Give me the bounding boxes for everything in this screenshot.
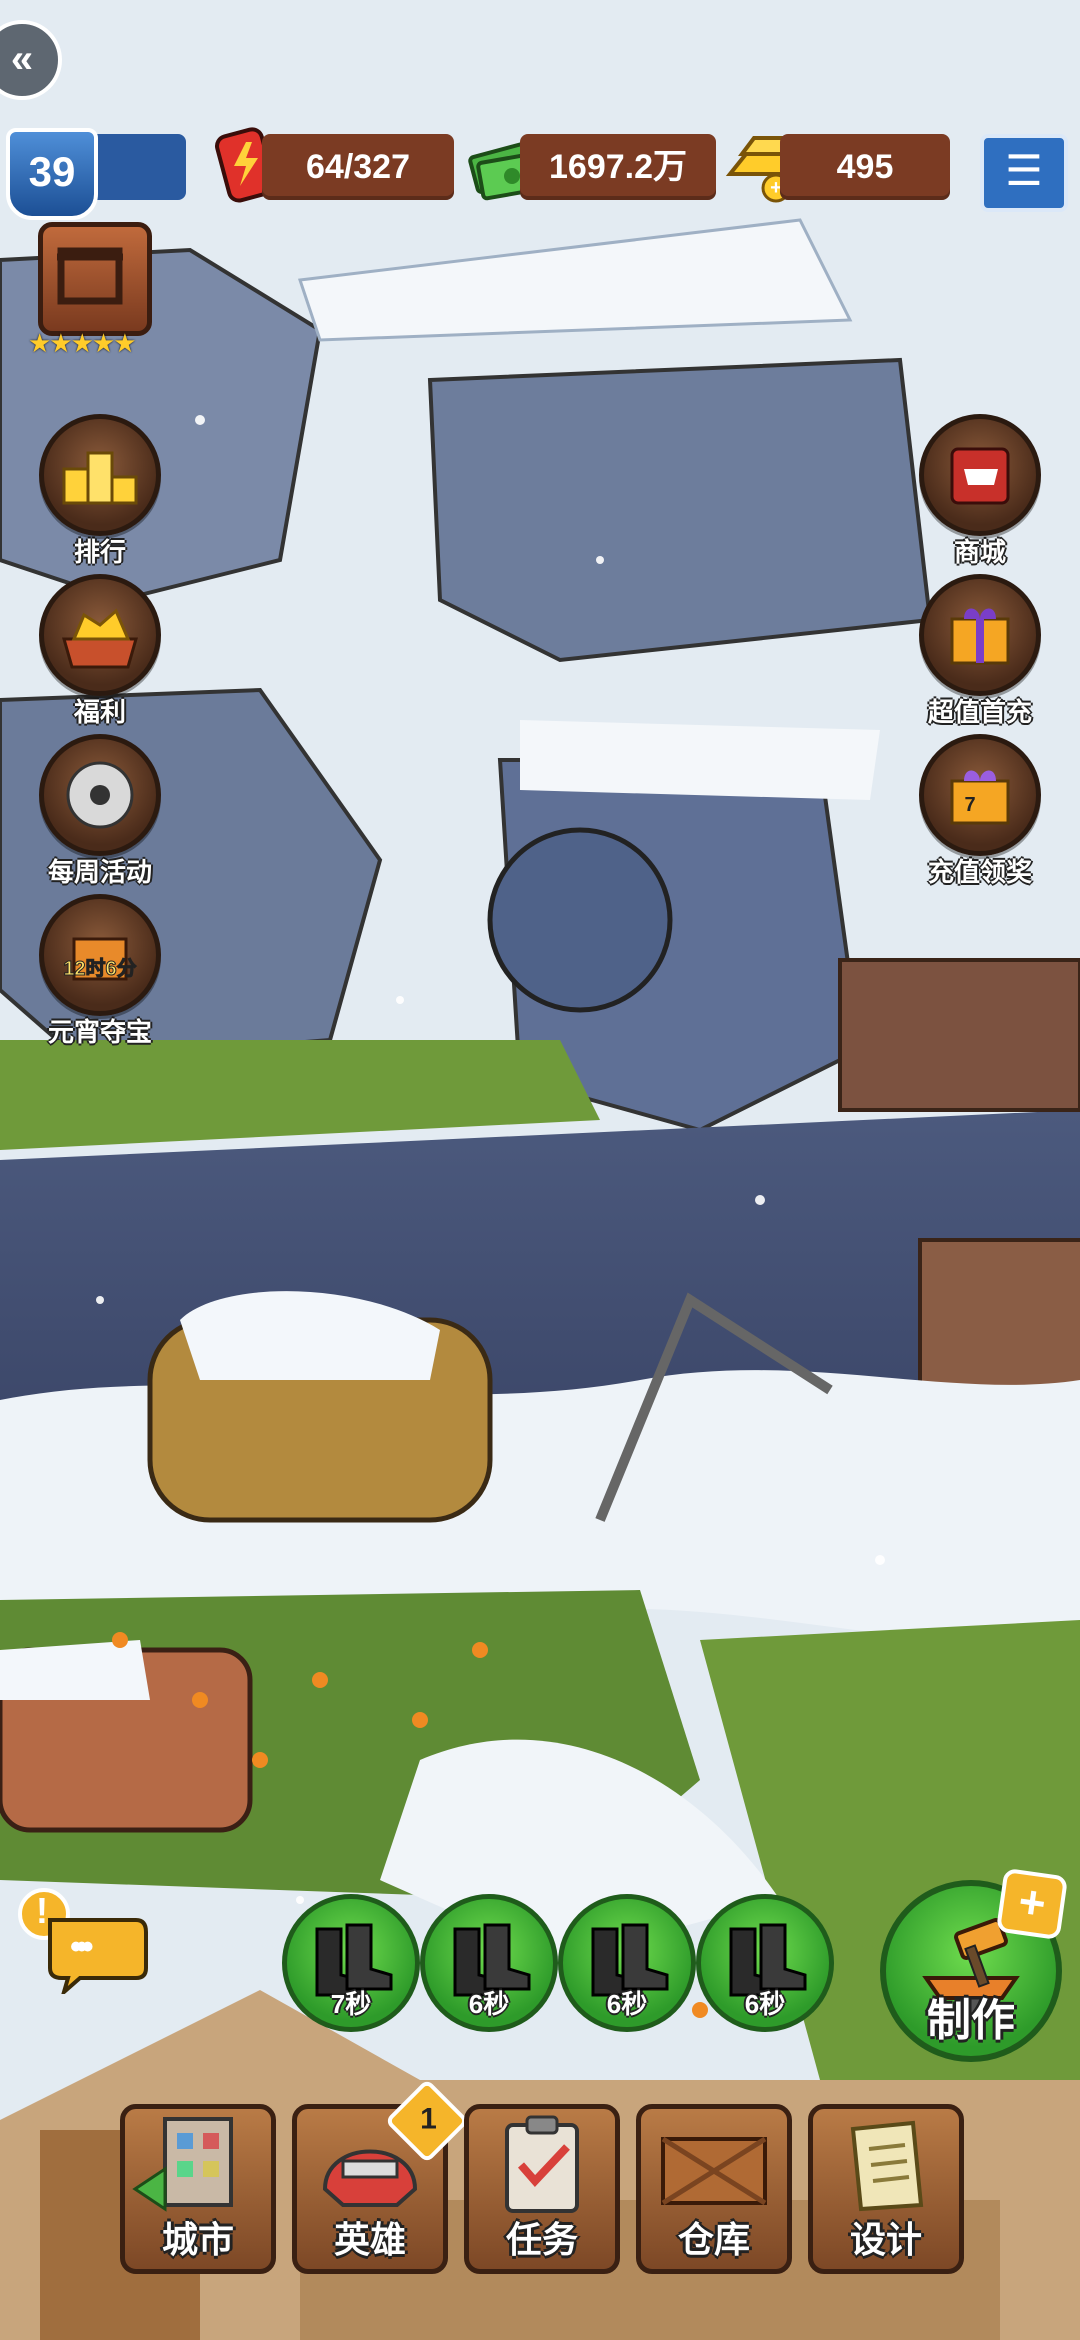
nav-city-label: 城市 [161, 2219, 234, 2260]
top-resource-bar: « 39 64/327 1697.2万 + 495 ☰ [0, 0, 1080, 220]
chevron-left-icon[interactable]: « [0, 20, 62, 100]
nav-design-button[interactable]: 设计 [808, 2104, 964, 2274]
nav-warehouse-button[interactable]: 仓库 [636, 2104, 792, 2274]
nav-city-button[interactable]: 城市 [120, 2104, 276, 2274]
nav-design-label: 设计 [849, 2219, 922, 2260]
lantern-timer: 12时6分 [63, 957, 136, 980]
shop-label: 商城 [953, 537, 1006, 567]
production-slot[interactable]: 6秒 [696, 1894, 834, 2032]
shop-button[interactable]: 商城 [900, 414, 1060, 569]
energy-counter[interactable]: 64/327 [262, 134, 454, 200]
nav-task-button[interactable]: 任务 [464, 2104, 620, 2274]
level-progress-bar [86, 134, 186, 200]
chat-alert-mark: ! [36, 1890, 48, 1931]
welfare-label: 福利 [73, 697, 126, 727]
cash-counter[interactable]: 1697.2万 [520, 134, 716, 200]
nav-hero-label: 英雄 [333, 2219, 406, 2260]
gold-treasure-icon [39, 574, 161, 696]
lantern-treasure-label: 元宵夺宝 [47, 1017, 152, 1047]
weekly-event-label: 每周活动 [47, 857, 152, 887]
ranking-button[interactable]: 排行 [20, 414, 180, 569]
first-recharge-label: 超值首充 [927, 697, 1032, 727]
chat-button[interactable]: ! ••• [10, 1884, 150, 1998]
nav-warehouse-label: 仓库 [677, 2219, 750, 2260]
shop-rank-icon[interactable] [38, 222, 152, 336]
gift-box-icon [919, 574, 1041, 696]
welfare-button[interactable]: 福利 [20, 574, 180, 729]
reward-gift-icon: 7 [919, 734, 1041, 856]
craft-label: 制作 [927, 1996, 1015, 2045]
recharge-reward-label: 充值领奖 [927, 857, 1032, 887]
production-slot[interactable]: 6秒 [558, 1894, 696, 2032]
recharge-reward-button[interactable]: 7 充值领奖 [900, 734, 1060, 889]
trophy-podium-icon [39, 414, 161, 536]
shop-icon [919, 414, 1041, 536]
rank-stars: ★★★★★ [28, 328, 137, 358]
craft-add-icon[interactable]: + [995, 1867, 1069, 1941]
warehouse-crate-icon [661, 2136, 767, 2206]
lantern-treasure-icon: 12时6分 [39, 894, 161, 1016]
nav-task-label: 任务 [505, 2219, 578, 2260]
weekly-event-button[interactable]: 每周活动 [20, 734, 180, 889]
ranking-label: 排行 [73, 537, 126, 567]
production-time: 6秒 [606, 1989, 648, 2019]
production-slot[interactable]: 6秒 [420, 1894, 558, 2032]
player-level-badge[interactable]: 39 [6, 128, 98, 220]
production-time: 6秒 [744, 1989, 786, 2019]
storefront-icon [57, 247, 123, 305]
recharge-day-badge: 7 [964, 794, 975, 816]
city-icon [132, 2117, 233, 2212]
gold-counter[interactable]: 495 [780, 134, 950, 200]
production-time: 7秒 [330, 1989, 372, 2019]
production-slot[interactable]: 7秒 [282, 1894, 420, 2032]
hamburger-menu-icon[interactable]: ☰ [980, 134, 1068, 212]
blueprint-icon [850, 2120, 924, 2212]
hazmat-suit-icon [39, 734, 161, 856]
nav-hero-button[interactable]: 1 英雄 [292, 2078, 470, 2274]
lantern-treasure-button[interactable]: 12时6分 元宵夺宝 [20, 894, 180, 1049]
craft-button[interactable]: 制作 + [880, 1867, 1069, 2062]
production-time: 6秒 [468, 1989, 510, 2019]
chat-dots: ••• [70, 1928, 94, 1966]
clipboard-task-icon [505, 2115, 579, 2213]
first-recharge-button[interactable]: 超值首充 [900, 574, 1060, 729]
